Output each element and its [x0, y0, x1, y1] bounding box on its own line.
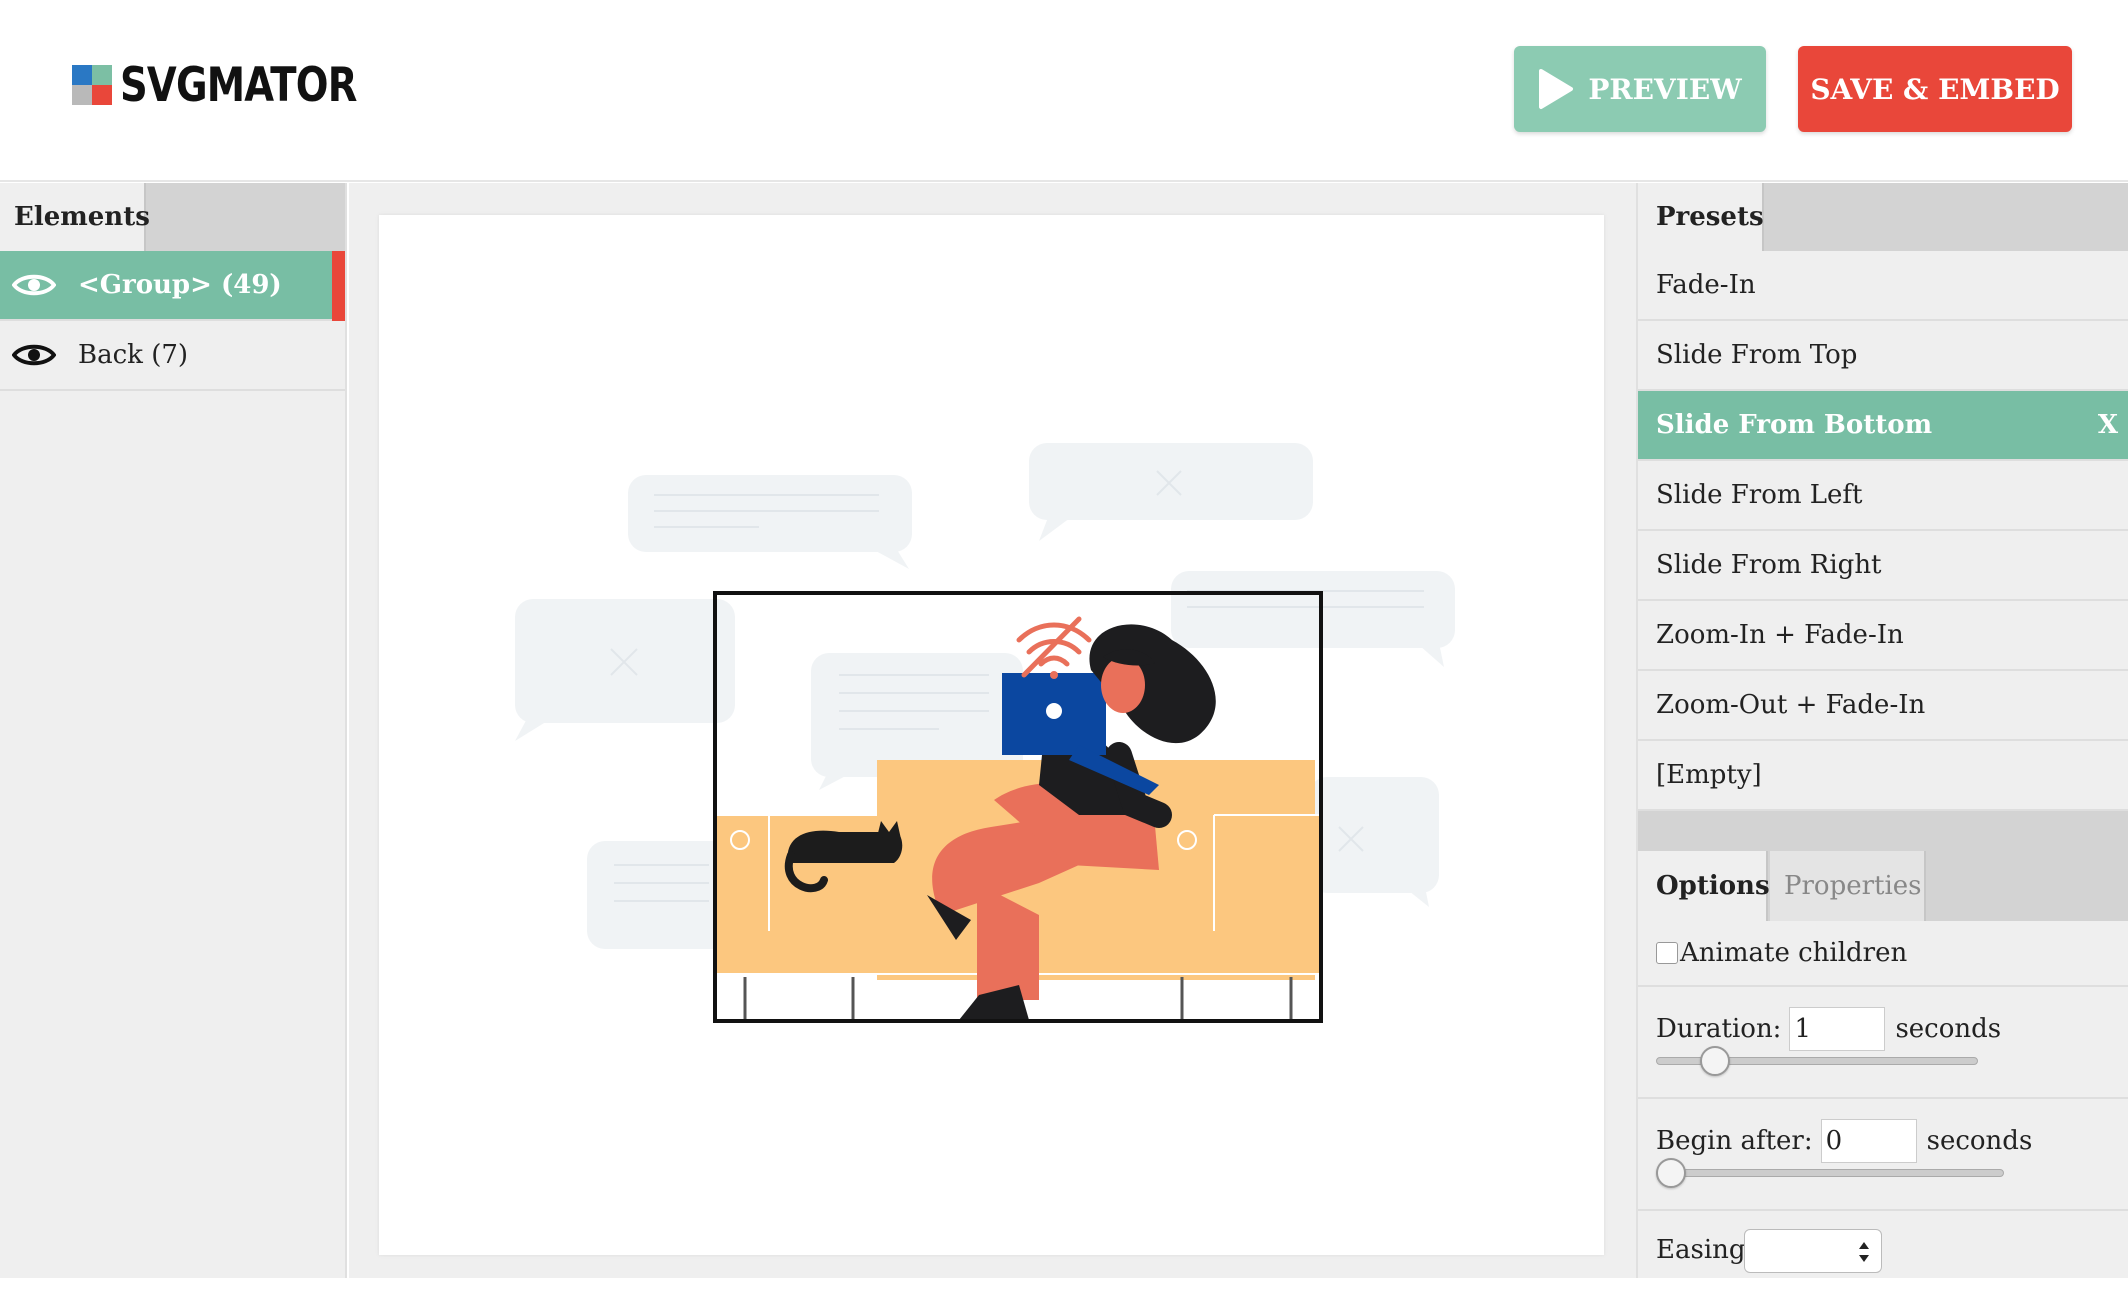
preset-label: Zoom-Out + Fade-In	[1656, 690, 1926, 720]
duration-label: Duration:	[1656, 1014, 1782, 1044]
selection-indicator	[332, 251, 345, 321]
artboard[interactable]	[379, 215, 1604, 1255]
preview-button[interactable]: PREVIEW	[1514, 46, 1766, 132]
element-row-group[interactable]: <Group> (49)	[0, 251, 345, 321]
duration-row: Duration: 1 seconds	[1638, 987, 2128, 1099]
panel-divider	[1638, 811, 2128, 851]
chat-bubble	[1171, 571, 1455, 648]
save-embed-button[interactable]: SAVE & EMBED	[1798, 46, 2072, 132]
eye-icon[interactable]	[12, 272, 56, 298]
animate-children-label: Animate children	[1680, 938, 1908, 968]
preset-slide-from-right[interactable]: Slide From Right	[1638, 531, 2128, 601]
tab-presets[interactable]: Presets	[1638, 183, 1764, 251]
animate-children-checkbox[interactable]	[1656, 942, 1678, 964]
preset-label: Slide From Bottom	[1656, 410, 1933, 440]
begin-after-input[interactable]: 0	[1820, 1119, 1917, 1163]
app-header: SVGMATOR PREVIEW SAVE & EMBED	[0, 0, 2128, 182]
begin-after-unit: seconds	[1926, 1126, 2033, 1156]
logo-mark-icon	[72, 65, 112, 105]
element-row-back[interactable]: Back (7)	[0, 321, 345, 391]
selection-box[interactable]	[713, 591, 1323, 1023]
tab-options[interactable]: Options	[1638, 851, 1770, 921]
canvas-area	[349, 183, 1636, 1278]
chat-bubble	[1309, 777, 1439, 893]
elements-panel: Elements <Group> (49) Back (7)	[0, 183, 347, 1278]
svgmator-logo[interactable]: SVGMATOR	[72, 58, 409, 113]
preset-slide-from-left[interactable]: Slide From Left	[1638, 461, 2128, 531]
tab-properties[interactable]: Properties	[1770, 851, 1926, 921]
begin-after-slider[interactable]	[1656, 1169, 2004, 1177]
element-label: <Group> (49)	[78, 270, 282, 300]
chat-bubble	[628, 475, 912, 552]
play-icon	[1539, 69, 1574, 109]
easing-label: Easing:	[1656, 1235, 1755, 1265]
animate-children-row: Animate children	[1638, 921, 2128, 987]
logo-text: SVGMATOR	[120, 57, 357, 113]
element-label: Back (7)	[78, 340, 189, 370]
options-tabbar: Options Properties	[1638, 851, 2128, 921]
preset-slide-from-top[interactable]: Slide From Top	[1638, 321, 2128, 391]
remove-preset-button[interactable]: X	[2098, 410, 2118, 440]
begin-after-row: Begin after: 0 seconds	[1638, 1099, 2128, 1211]
easing-row: Easing:	[1638, 1211, 2128, 1291]
duration-input[interactable]: 1	[1789, 1007, 1886, 1051]
preset-label: Zoom-In + Fade-In	[1656, 620, 1904, 650]
preset-fade-in[interactable]: Fade-In	[1638, 251, 2128, 321]
preset-empty[interactable]: [Empty]	[1638, 741, 2128, 811]
tab-elements[interactable]: Elements	[0, 183, 150, 251]
duration-unit: seconds	[1895, 1014, 2002, 1044]
preset-label: Slide From Right	[1656, 550, 1882, 580]
eye-icon[interactable]	[12, 342, 56, 368]
preset-label: Slide From Top	[1656, 340, 1858, 370]
preset-zoom-in-fade-in[interactable]: Zoom-In + Fade-In	[1638, 601, 2128, 671]
preset-slide-from-bottom[interactable]: Slide From Bottom X	[1638, 391, 2128, 461]
illustration[interactable]	[379, 215, 1604, 1255]
easing-select[interactable]	[1744, 1229, 1882, 1273]
save-embed-label: SAVE & EMBED	[1810, 72, 2060, 106]
presets-panel: Presets Fade-In Slide From Top Slide Fro…	[1636, 183, 2128, 1278]
preset-label: Slide From Left	[1656, 480, 1863, 510]
presets-tabbar: Presets	[1638, 183, 2128, 251]
elements-tabbar: Elements	[0, 183, 345, 251]
select-arrows-icon	[1859, 1242, 1869, 1262]
preset-label: Fade-In	[1656, 270, 1756, 300]
begin-after-slider-thumb[interactable]	[1656, 1158, 1686, 1188]
preset-zoom-out-fade-in[interactable]: Zoom-Out + Fade-In	[1638, 671, 2128, 741]
chat-bubble	[811, 653, 1023, 777]
begin-after-label: Begin after:	[1656, 1126, 1813, 1156]
preview-label: PREVIEW	[1588, 72, 1742, 106]
preset-label: [Empty]	[1656, 760, 1762, 790]
wifi-off-icon	[1016, 616, 1092, 678]
duration-slider-thumb[interactable]	[1699, 1046, 1730, 1076]
